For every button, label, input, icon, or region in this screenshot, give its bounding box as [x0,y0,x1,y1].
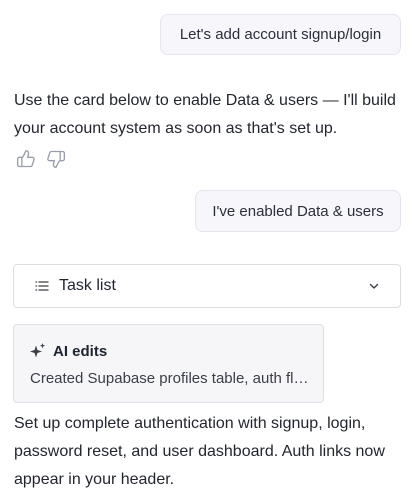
ai-edits-description: Created Supabase profiles table, auth fl… [30,370,310,387]
sparkle-icon [30,343,46,358]
user-message-bubble: I've enabled Data & users [195,190,401,232]
task-list-toggle[interactable]: Task list [13,264,401,308]
user-message-bubble: Let's add account signup/login [160,14,401,55]
thumbs-down-icon[interactable] [46,149,66,169]
list-icon [35,281,49,291]
ai-edits-title: AI edits [53,342,108,360]
ai-edits-card[interactable]: AI edits Created Supabase profiles table… [13,324,324,403]
user-message-text: Let's add account signup/login [179,26,382,43]
user-message-text: I've enabled Data & users [212,202,384,220]
thumbs-up-icon[interactable] [16,149,36,169]
ai-edits-header: AI edits [29,342,107,360]
task-list-label: Task list [59,277,116,294]
assistant-message-text: Set up complete authentication with sign… [14,415,385,488]
feedback-buttons [16,149,66,169]
chevron-down-icon[interactable] [367,279,381,293]
assistant-message-text: Use the card below to enable Data & user… [14,92,396,137]
